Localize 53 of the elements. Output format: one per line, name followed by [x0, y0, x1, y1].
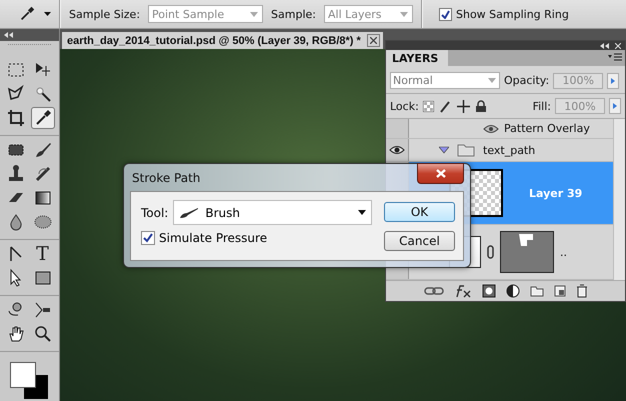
brush-icon[interactable]: [440, 100, 451, 113]
fx-icon[interactable]: [454, 284, 472, 298]
fill-label: Fill:: [532, 100, 551, 113]
dialog-button[interactable]: OK: [384, 202, 455, 222]
brush-icon: [179, 206, 200, 218]
sample-label: Sample:: [271, 8, 316, 20]
type-tool[interactable]: T: [30, 243, 54, 265]
lock-label: Lock:: [390, 100, 419, 113]
trash-icon[interactable]: [576, 284, 588, 298]
eyedropper-icon[interactable]: [30, 107, 54, 129]
simulate-pressure-checkbox[interactable]: [141, 231, 155, 245]
panel-menu-icon[interactable]: [608, 53, 622, 62]
tool-label: Tool:: [141, 206, 168, 220]
opacity-label: Opacity:: [504, 74, 550, 88]
expand-triangle-icon[interactable]: [439, 146, 449, 154]
mask-icon[interactable]: [482, 284, 496, 298]
effect-name[interactable]: Pattern Overlay: [504, 122, 590, 136]
new-layer-icon[interactable]: [554, 285, 566, 298]
dialog-button[interactable]: Cancel: [384, 231, 455, 251]
close-icon[interactable]: [366, 34, 380, 47]
layer-name[interactable]: ..: [560, 246, 567, 259]
mask-thumbnail: [500, 231, 554, 274]
caret-icon[interactable]: [358, 210, 366, 215]
collapse-arrows-icon[interactable]: [4, 32, 13, 38]
group-name[interactable]: text_path: [483, 144, 536, 157]
sample-size-dropdown[interactable]: Point Sample: [148, 5, 264, 23]
sample-size-label: Sample Size:: [69, 8, 140, 20]
blend-mode-dropdown[interactable]: Normal: [390, 72, 500, 90]
layers-tab[interactable]: LAYERS: [386, 50, 448, 66]
document-tab[interactable]: earth_day_2014_tutorial.psd @ 50% (Layer 39, RGB/8*) *: [62, 32, 383, 49]
collapse-arrows-icon[interactable]: [600, 42, 609, 48]
eyedropper-icon[interactable]: [18, 5, 36, 23]
folder-icon: [457, 143, 475, 158]
close-button[interactable]: [417, 163, 464, 184]
dialog-title: Stroke Path: [131, 170, 200, 184]
folder-icon[interactable]: [530, 285, 544, 298]
caret-icon[interactable]: [44, 12, 51, 16]
link-icon: [487, 245, 494, 260]
eye-icon[interactable]: [483, 124, 499, 134]
tool-dropdown[interactable]: Brush: [173, 200, 372, 225]
eye-icon[interactable]: [389, 145, 405, 156]
sampling-ring-checkbox[interactable]: [438, 8, 452, 20]
sample-dropdown[interactable]: All Layers: [324, 5, 413, 23]
padlock-icon[interactable]: [476, 100, 486, 112]
document-title: earth_day_2014_tutorial.psd @ 50% (Layer 39, RGB/8*) *: [67, 34, 362, 46]
layer-row[interactable]: Pattern Overlay: [386, 119, 613, 140]
scrollbar[interactable]: [613, 119, 625, 280]
move-cross-icon[interactable]: [456, 100, 470, 113]
simulate-pressure-label: Simulate Pressure: [159, 231, 268, 245]
adjustment-icon[interactable]: [506, 284, 520, 298]
sampling-ring-label: Show Sampling Ring: [456, 8, 569, 20]
link-icon[interactable]: [424, 286, 444, 296]
checker-icon[interactable]: [422, 100, 434, 112]
